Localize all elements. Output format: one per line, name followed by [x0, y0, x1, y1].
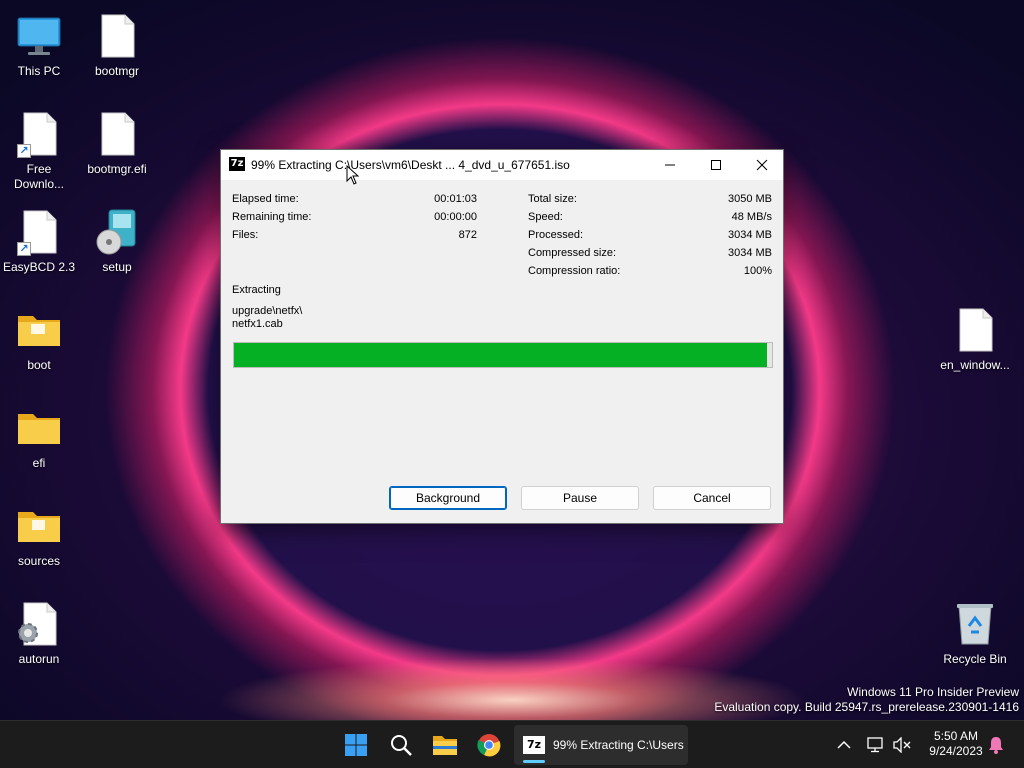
volume-muted-icon [893, 737, 911, 753]
shortcut-arrow-icon: ↗ [17, 242, 31, 256]
dialog-titlebar[interactable]: 7z 99% Extracting C:\Users\vm6\Deskt ...… [221, 150, 783, 180]
desktop-icon-label: This PC [17, 64, 61, 78]
compression-ratio-label: Compression ratio: [528, 265, 621, 277]
chrome-button[interactable] [471, 727, 507, 763]
remaining-time-value: 00:00:00 [434, 211, 477, 223]
processed-value: 3034 MB [727, 229, 772, 241]
compressed-size-label: Compressed size: [528, 247, 617, 259]
desktop-icon-label: EasyBCD 2.3 [2, 260, 76, 274]
desktop-icon-label: bootmgr.efi [87, 162, 147, 176]
windows-watermark: Windows 11 Pro Insider Preview Evaluatio… [714, 685, 1019, 715]
7zip-icon: 7z [523, 736, 545, 754]
elapsed-time-label: Elapsed time: [232, 193, 299, 205]
desktop-icon-this-pc[interactable]: This PC [0, 6, 78, 98]
files-value: 872 [458, 229, 477, 241]
current-file: netfx1.cab [232, 318, 283, 330]
cancel-button[interactable]: Cancel [653, 486, 771, 510]
desktop-icon-en-windows[interactable]: en_window... [936, 300, 1014, 392]
total-size-label: Total size: [528, 193, 577, 205]
extract-progress-dialog: 7z 99% Extracting C:\Users\vm6\Deskt ...… [220, 149, 784, 524]
desktop-icon-boot[interactable]: boot [0, 300, 78, 392]
setup-disc-icon [93, 208, 141, 256]
7zip-icon: 7z [229, 157, 245, 171]
search-button[interactable] [383, 727, 419, 763]
chevron-up-icon [837, 740, 851, 749]
close-button[interactable] [739, 150, 785, 180]
file-shortcut-icon: ↗ [15, 208, 63, 256]
taskbar-app-7zip[interactable]: 7z 99% Extracting C:\Users [514, 725, 688, 765]
maximize-button[interactable] [693, 150, 739, 180]
background-button[interactable]: Background [389, 486, 507, 510]
file-icon [93, 12, 141, 60]
shortcut-arrow-icon: ↗ [17, 144, 31, 158]
desktop-icon-label: efi [32, 456, 46, 470]
desktop-icon-sources[interactable]: sources [0, 496, 78, 588]
file-shortcut-icon: ↗ [15, 110, 63, 158]
folder-icon [15, 502, 63, 550]
elapsed-time-value: 00:01:03 [434, 193, 477, 205]
file-explorer-button[interactable] [427, 727, 463, 763]
remaining-time-label: Remaining time: [232, 211, 312, 223]
current-path: upgrade\netfx\ [232, 305, 303, 317]
minimize-button[interactable] [647, 150, 693, 180]
desktop-icon-bootmgr-efi[interactable]: bootmgr.efi [78, 104, 156, 196]
network-icon [867, 737, 883, 753]
bell-icon [989, 737, 1003, 754]
file-explorer-icon [433, 736, 457, 755]
notifications-button[interactable] [980, 727, 1012, 763]
dialog-title: 99% Extracting C:\Users\vm6\Deskt ... 4_… [251, 158, 570, 172]
desktop-icon-bootmgr[interactable]: bootmgr [78, 6, 156, 98]
desktop-icon-free-download[interactable]: ↗ Free Downlo... [0, 104, 78, 196]
desktop-icon-autorun[interactable]: autorun [0, 594, 78, 686]
desktop-icon-label: Recycle Bin [943, 652, 1007, 666]
operation-label: Extracting [232, 284, 281, 296]
progress-bar [233, 342, 773, 368]
processed-label: Processed: [528, 229, 584, 241]
desktop-icon-label: en_window... [940, 358, 1010, 372]
monitor-icon [15, 12, 63, 60]
close-icon [756, 159, 768, 171]
taskbar: 7z 99% Extracting C:\Users 5:50 AM 9/24/… [0, 720, 1024, 768]
volume-button[interactable] [886, 727, 918, 763]
minimize-icon [665, 164, 675, 166]
search-icon [391, 735, 412, 756]
windows-logo-icon [345, 734, 367, 756]
chrome-icon [477, 734, 501, 757]
compression-ratio-value: 100% [743, 265, 772, 277]
progress-bar-fill [234, 343, 767, 367]
folder-icon [15, 306, 63, 354]
total-size-value: 3050 MB [727, 193, 772, 205]
maximize-icon [711, 160, 721, 170]
pause-button[interactable]: Pause [521, 486, 639, 510]
folder-icon [15, 404, 63, 452]
speed-label: Speed: [528, 211, 563, 223]
show-hidden-icons-button[interactable] [826, 727, 862, 763]
desktop: This PC ↗ Free Downlo... ↗ EasyBCD 2.3 b… [0, 0, 1024, 720]
mouse-cursor-icon [346, 165, 360, 185]
compressed-size-value: 3034 MB [727, 247, 772, 259]
desktop-icon-recycle-bin[interactable]: Recycle Bin [936, 594, 1014, 686]
start-button[interactable] [338, 727, 374, 763]
speed-value: 48 MB/s [731, 211, 772, 223]
desktop-icon-setup[interactable]: setup [78, 202, 156, 294]
desktop-icon-easybcd[interactable]: ↗ EasyBCD 2.3 [0, 202, 78, 294]
taskbar-app-label: 99% Extracting C:\Users [553, 738, 684, 752]
settings-file-icon [15, 600, 63, 648]
desktop-icon-efi[interactable]: efi [0, 398, 78, 490]
file-icon [951, 306, 999, 354]
desktop-icon-label: setup [102, 260, 132, 274]
file-icon [93, 110, 141, 158]
desktop-icon-label: boot [27, 358, 51, 372]
recycle-bin-icon [951, 600, 999, 648]
active-indicator [523, 760, 545, 763]
watermark-build: Evaluation copy. Build 25947.rs_prerelea… [714, 700, 1019, 714]
watermark-edition: Windows 11 Pro Insider Preview [847, 685, 1019, 699]
desktop-icon-label: autorun [18, 652, 60, 666]
files-label: Files: [232, 229, 259, 241]
desktop-icon-label: Free Downlo... [13, 162, 65, 191]
desktop-icon-label: bootmgr [94, 64, 140, 78]
desktop-icon-label: sources [17, 554, 61, 568]
